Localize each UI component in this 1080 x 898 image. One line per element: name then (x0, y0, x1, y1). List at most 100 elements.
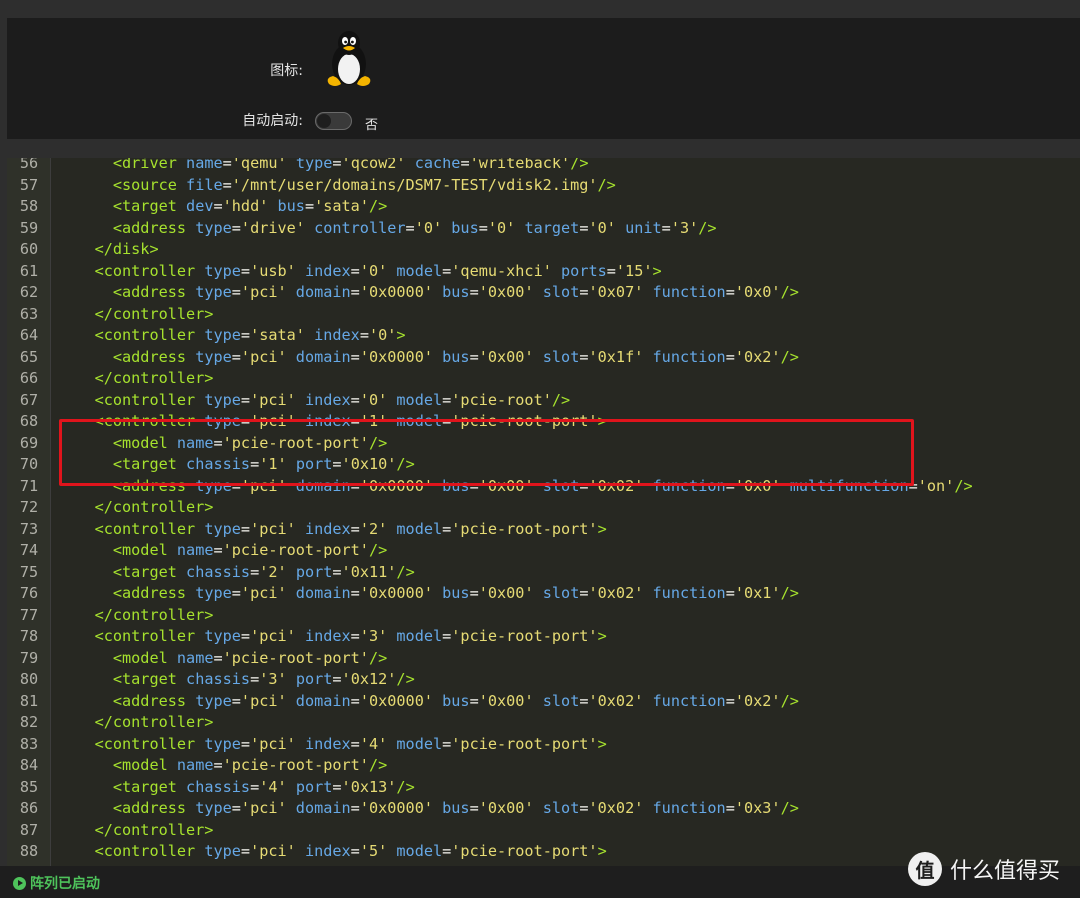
code-line[interactable]: 78 <controller type='pci' index='3' mode… (7, 626, 1080, 648)
code-token: = (240, 326, 251, 344)
line-number: 60 (19, 240, 39, 258)
code-token: '1' (259, 455, 287, 473)
code-token: = (350, 283, 360, 301)
code-line[interactable]: 86 <address type='pci' domain='0x0000' b… (7, 798, 1080, 820)
code-token: '0x02' (588, 799, 644, 817)
code-token: = (579, 584, 589, 602)
code-token: '0x2' (734, 347, 781, 366)
code-token: <target (112, 455, 177, 473)
code-line[interactable]: 74 <model name='pcie-root-port'/> (7, 540, 1080, 562)
code-line[interactable]: 81 <address type='pci' domain='0x0000' b… (7, 691, 1080, 713)
code-token: = (332, 777, 342, 796)
code-token: '0' (359, 390, 388, 409)
code-text: </disk> (51, 239, 159, 261)
code-token: '0x1f' (588, 347, 644, 366)
code-token: '4' (259, 777, 287, 796)
code-token: function (652, 691, 726, 710)
code-token: = (469, 691, 479, 710)
code-text: <controller type='pci' index='1' model='… (51, 411, 607, 433)
code-token: domain (295, 584, 351, 602)
code-token: = (240, 627, 251, 645)
code-token: model (396, 261, 443, 280)
code-lines: 56 <driver name='qemu' type='qcow2' cach… (7, 158, 1080, 863)
line-number: 68 (19, 412, 39, 430)
code-line[interactable]: 60 </disk> (7, 239, 1080, 261)
code-token: '0x1' (734, 584, 781, 602)
code-token: '3' (670, 218, 699, 237)
code-line[interactable]: 66 </controller> (7, 368, 1080, 390)
code-text: <model name='pcie-root-port'/> (51, 648, 387, 670)
code-token: = (469, 799, 479, 817)
code-line[interactable]: 79 <model name='pcie-root-port'/> (7, 648, 1080, 670)
code-line[interactable]: 73 <controller type='pci' index='2' mode… (7, 519, 1080, 541)
code-token: port (295, 455, 333, 473)
code-token: = (332, 670, 342, 688)
code-text: <address type='drive' controller='0' bus… (51, 218, 717, 240)
code-line[interactable]: 61 <controller type='usb' index='0' mode… (7, 261, 1080, 283)
code-line[interactable]: 63 </controller> (7, 304, 1080, 326)
code-token: slot (542, 691, 580, 710)
code-line[interactable]: 87 </controller> (7, 820, 1080, 842)
code-token: name (186, 158, 223, 172)
code-token: slot (542, 584, 580, 602)
code-token: = (231, 799, 241, 817)
code-line[interactable]: 67 <controller type='pci' index='0' mode… (7, 390, 1080, 412)
code-line[interactable]: 64 <controller type='sata' index='0'> (7, 325, 1080, 347)
code-token: 'pcie-root-port' (222, 433, 369, 452)
code-line[interactable]: 76 <address type='pci' domain='0x0000' b… (7, 583, 1080, 605)
code-token: = (442, 627, 452, 645)
code-token: '3' (359, 627, 388, 645)
code-line[interactable]: 68 <controller type='pci' index='1' mode… (7, 411, 1080, 433)
code-token: <controller (94, 261, 196, 280)
code-line[interactable]: 70 <target chassis='1' port='0x10'/> (7, 454, 1080, 476)
code-token: 'pci' (250, 734, 296, 753)
code-token: /> (396, 455, 415, 473)
code-token: type (195, 691, 232, 710)
code-token: function (652, 283, 726, 301)
code-line[interactable]: 80 <target chassis='3' port='0x12'/> (7, 669, 1080, 691)
code-token: '0x0000' (359, 283, 433, 301)
code-token: type (204, 261, 241, 280)
code-text: </controller> (51, 820, 214, 842)
code-line[interactable]: 69 <model name='pcie-root-port'/> (7, 433, 1080, 455)
code-line[interactable]: 84 <model name='pcie-root-port'/> (7, 755, 1080, 777)
code-token: index (304, 842, 351, 860)
autostart-toggle[interactable] (315, 112, 352, 130)
code-line[interactable]: 71 <address type='pci' domain='0x0000' b… (7, 476, 1080, 498)
code-line[interactable]: 58 <target dev='hdd' bus='sata'/> (7, 196, 1080, 218)
code-line[interactable]: 77 </controller> (7, 605, 1080, 627)
code-line[interactable]: 65 <address type='pci' domain='0x0000' b… (7, 347, 1080, 369)
tux-penguin-icon[interactable] (321, 26, 377, 90)
code-token: '0x12' (341, 670, 397, 688)
code-line[interactable]: 83 <controller type='pci' index='4' mode… (7, 734, 1080, 756)
code-line[interactable]: 82 </controller> (7, 712, 1080, 734)
code-line[interactable]: 72 </controller> (7, 497, 1080, 519)
code-text: <address type='pci' domain='0x0000' bus=… (51, 798, 799, 820)
xml-code-editor[interactable]: 56 <driver name='qemu' type='qcow2' cach… (7, 158, 1080, 866)
code-line[interactable]: 85 <target chassis='4' port='0x13'/> (7, 777, 1080, 799)
code-line[interactable]: 62 <address type='pci' domain='0x0000' b… (7, 282, 1080, 304)
code-line[interactable]: 57 <source file='/mnt/user/domains/DSM7-… (7, 175, 1080, 197)
code-line[interactable]: 56 <driver name='qemu' type='qcow2' cach… (7, 158, 1080, 175)
code-token: '0x00' (478, 283, 534, 301)
code-token: type (295, 158, 333, 172)
code-line[interactable]: 59 <address type='drive' controller='0' … (7, 218, 1080, 240)
code-line[interactable]: 75 <target chassis='2' port='0x11'/> (7, 562, 1080, 584)
